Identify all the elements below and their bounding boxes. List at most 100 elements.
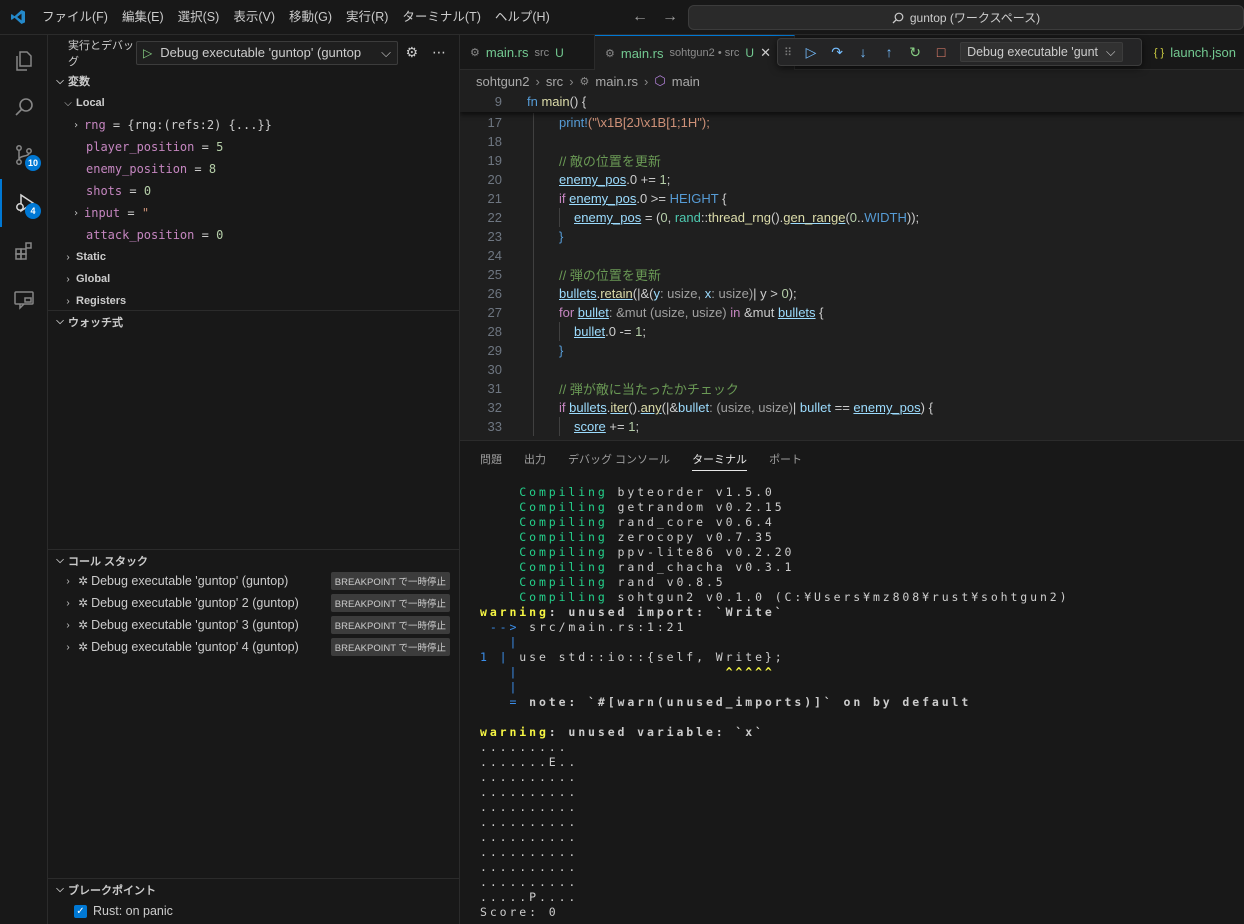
code-line: 9 fn main() { <box>460 92 1244 111</box>
callstack-item[interactable]: › ✲ Debug executable 'guntop' 4 (guntop)… <box>48 636 460 658</box>
tab-debug-console[interactable]: デバッグ コンソール <box>568 451 670 471</box>
callstack-section-header[interactable]: ⌵ コール スタック <box>48 549 460 571</box>
tab-filename: main.rs <box>620 45 664 61</box>
menu-bar: ファイル(F) 編集(E) 選択(S) 表示(V) 移動(G) 実行(R) ター… <box>35 0 557 35</box>
continue-icon[interactable]: ▷ <box>804 44 818 61</box>
sticky-scroll-header[interactable]: 9 fn main() { <box>460 92 1244 112</box>
tab-ports[interactable]: ポート <box>769 451 802 471</box>
variable-name: player_position <box>86 140 195 154</box>
source-control-badge: 10 <box>24 155 41 171</box>
code-line: 23 } <box>460 227 1244 246</box>
code-text: for bullet: &mut (usize, usize) in &mut … <box>559 305 824 320</box>
variable-name: shots <box>86 184 123 198</box>
chevron-right-icon: › <box>66 597 70 609</box>
breadcrumb-item[interactable]: src <box>546 74 563 89</box>
variable-value: 8 <box>208 162 217 176</box>
line-number: 28 <box>487 324 502 339</box>
variable-row-input[interactable]: › input = " <box>48 202 460 224</box>
code-text: fn main() { <box>527 94 587 109</box>
scope-registers[interactable]: › Registers <box>48 290 460 312</box>
chevron-down-icon: ⌵ <box>56 555 64 566</box>
terminal-line: Compiling rand_chacha v0.3.1 <box>519 560 795 574</box>
variable-name: input <box>84 206 121 220</box>
code-line: 25 // 弾の位置を更新 <box>460 265 1244 284</box>
step-into-icon[interactable]: ↓ <box>856 44 870 60</box>
drag-handle-icon[interactable]: ⠿ <box>784 46 792 59</box>
terminal-output[interactable]: Compiling byteorder v1.5.0 Compiling get… <box>480 485 1069 920</box>
extensions-icon[interactable] <box>0 227 48 275</box>
step-out-icon[interactable]: ↑ <box>882 44 896 60</box>
menu-go[interactable]: 移動(G) <box>282 0 339 35</box>
code-line: 17 print!("\x1B[2J\x1B[1;1H"); <box>460 113 1244 132</box>
tab-terminal[interactable]: ターミナル <box>692 451 748 471</box>
tab-main-rs-sohtgun2[interactable]: ⚙ main.rs sohtgun2 • src U ✕ <box>595 35 795 70</box>
back-arrow-icon[interactable]: ← <box>632 8 648 26</box>
terminal-line: Compiling zerocopy v0.7.35 <box>519 530 775 544</box>
variables-section-header[interactable]: ⌵ 変数 <box>48 70 460 92</box>
close-icon[interactable]: ✕ <box>760 45 771 61</box>
search-icon[interactable] <box>0 83 48 131</box>
variable-row-player-position[interactable]: player_position = 5 <box>48 136 460 158</box>
terminal-line: --> src/main.rs:1:21 <box>489 620 687 634</box>
terminal-line: warning: unused variable: `x` <box>480 725 765 739</box>
line-number: 31 <box>487 381 502 396</box>
variable-row-shots[interactable]: shots = 0 <box>48 180 460 202</box>
breakpoint-checkbox[interactable]: ✓ <box>74 904 87 918</box>
variable-row-rng[interactable]: › rng = {rng:(refs:2) {...}} <box>48 114 460 136</box>
more-actions-icon[interactable]: ⋯ <box>432 44 446 61</box>
variable-row-attack-position[interactable]: attack_position = 0 <box>48 224 460 246</box>
gear-icon[interactable]: ⚙ <box>405 44 418 61</box>
menu-view[interactable]: 表示(V) <box>226 0 282 35</box>
remote-explorer-icon[interactable] <box>0 275 48 323</box>
tab-problems[interactable]: 問題 <box>480 451 502 471</box>
breakpoints-section-header[interactable]: ⌵ ブレークポイント <box>48 878 460 900</box>
debug-session-select[interactable]: Debug executable 'gunt ⌵ <box>960 42 1123 62</box>
menu-file[interactable]: ファイル(F) <box>35 0 115 35</box>
breadcrumb-item[interactable]: sohtgun2 <box>476 74 530 89</box>
line-number: 23 <box>487 229 502 244</box>
explorer-icon[interactable] <box>0 37 48 85</box>
breakpoints-title: ブレークポイント <box>68 884 156 897</box>
breakpoint-item[interactable]: ✓ Rust: on panic <box>48 900 460 922</box>
tab-status: U <box>745 46 755 60</box>
code-editor[interactable]: 9 fn main() { 17 print!("\x1B[2J\x1B[1;1… <box>460 92 1244 440</box>
tab-launch-json[interactable]: { } launch.json <box>1146 35 1244 70</box>
chevron-down-icon: ⌵ <box>56 884 64 895</box>
debug-session-icon: ✲ <box>78 640 89 654</box>
terminal-line: Compiling ppv-lite86 v0.2.20 <box>519 545 795 559</box>
line-number: 21 <box>487 191 502 206</box>
chevron-right-icon: › <box>66 575 70 587</box>
tab-output[interactable]: 出力 <box>524 451 546 471</box>
code-text: } <box>559 343 564 358</box>
line-number: 33 <box>487 419 502 434</box>
callstack-item[interactable]: › ✲ Debug executable 'guntop' 2 (guntop)… <box>48 592 460 614</box>
callstack-item[interactable]: › ✲ Debug executable 'guntop' (guntop) B… <box>48 570 460 592</box>
menu-help[interactable]: ヘルプ(H) <box>488 0 557 35</box>
callstack-item[interactable]: › ✲ Debug executable 'guntop' 3 (guntop)… <box>48 614 460 636</box>
variable-row-enemy-position[interactable]: enemy_position = 8 <box>48 158 460 180</box>
line-number: 9 <box>494 94 502 109</box>
tab-description: sohtgun2 • src <box>669 47 740 59</box>
menu-run[interactable]: 実行(R) <box>339 0 395 35</box>
code-text: print!("\x1B[2J\x1B[1;1H"); <box>559 115 710 130</box>
menu-terminal[interactable]: ターミナル(T) <box>395 0 487 35</box>
stop-icon[interactable]: □ <box>934 44 948 60</box>
tab-main-rs[interactable]: ⚙ main.rs src U <box>460 35 595 70</box>
restart-icon[interactable]: ↻ <box>908 44 922 61</box>
start-debug-icon[interactable]: ▷ <box>143 46 152 60</box>
debug-config-select[interactable]: ▷ Debug executable 'guntop' (guntop ⌵ <box>136 40 398 65</box>
code-line: 27 for bullet: &mut (usize, usize) in &m… <box>460 303 1244 322</box>
forward-arrow-icon[interactable]: → <box>662 8 678 26</box>
breadcrumb-item[interactable]: main.rs <box>595 74 638 89</box>
breadcrumb-item[interactable]: main <box>672 74 700 89</box>
menu-edit[interactable]: 編集(E) <box>115 0 171 35</box>
scope-global[interactable]: › Global <box>48 268 460 290</box>
scope-local[interactable]: ⌵ Local <box>48 92 460 114</box>
source-control-icon[interactable]: 10 <box>0 131 48 179</box>
menu-selection[interactable]: 選択(S) <box>171 0 227 35</box>
scope-static[interactable]: › Static <box>48 246 460 268</box>
step-over-icon[interactable]: ↷ <box>830 44 844 61</box>
command-center-search[interactable]: guntop (ワークスペース) <box>688 5 1244 30</box>
watch-section-header[interactable]: ⌵ ウォッチ式 <box>48 310 460 332</box>
run-debug-icon[interactable]: 4 <box>0 179 48 227</box>
